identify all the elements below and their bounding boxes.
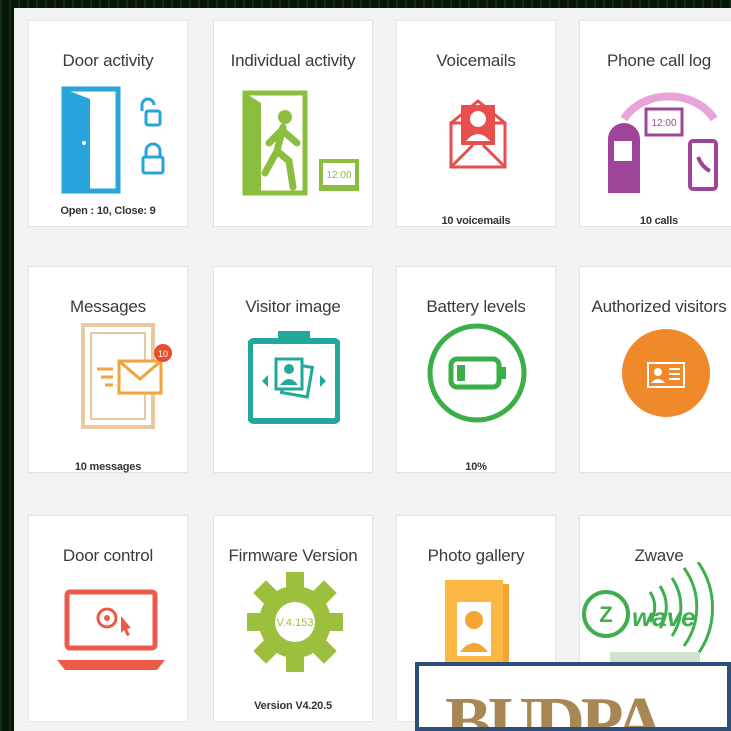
- card-authorized-visitors[interactable]: Authorized visitors: [579, 266, 731, 473]
- card-title: Door activity: [62, 51, 154, 70]
- card-door-control[interactable]: Door control: [28, 515, 188, 722]
- door-envelope-icon: 10: [81, 323, 172, 429]
- card-visitor-image[interactable]: Visitor image: [213, 266, 373, 473]
- card-title: Battery levels: [426, 297, 526, 316]
- intercom-phone-icon: 12:00: [608, 92, 718, 193]
- card-value: Open : 10, Close: 9: [60, 205, 156, 217]
- card-value: 10 voicemails: [441, 215, 511, 227]
- gear-version-text: V.4.153: [277, 617, 314, 629]
- dashboard-panel: Door activity Open : 10, Close: 9 Indivi…: [14, 8, 731, 731]
- card-individual-activity[interactable]: Individual activity 12:00: [213, 20, 373, 227]
- card-title: Messages: [70, 297, 146, 316]
- laptop-unlock-icon: [57, 589, 165, 670]
- card-title: Individual activity: [230, 51, 356, 70]
- person-exit-clock-icon: 12:00: [242, 90, 359, 196]
- card-value: 10 messages: [74, 461, 142, 473]
- card-phone-call-log[interactable]: Phone call log 12:00 10 calls: [579, 20, 731, 227]
- call-clock-text: 12:00: [651, 118, 676, 129]
- message-count-badge: 10: [158, 349, 168, 359]
- card-title: Photo gallery: [427, 546, 525, 565]
- card-value: 10%: [465, 461, 487, 473]
- card-value: Version V4.20.5: [254, 700, 332, 712]
- svg-text:Z: Z: [599, 602, 612, 627]
- card-value: 10 calls: [639, 215, 679, 227]
- card-title: Visitor image: [245, 297, 341, 316]
- card-voicemails[interactable]: Voicemails 10 voicemails: [396, 20, 556, 227]
- card-title: Phone call log: [607, 51, 711, 70]
- overlay-logo-badge: BUDPA: [415, 662, 731, 731]
- id-card-icon: [622, 329, 710, 417]
- card-title: Door control: [62, 546, 154, 565]
- card-title: Firmware Version: [228, 546, 358, 565]
- clock-text: 12:00: [326, 170, 351, 181]
- overlay-logo-text: BUDPA: [445, 684, 665, 731]
- card-battery-levels[interactable]: Battery levels 10%: [396, 266, 556, 473]
- card-title: Authorized visitors: [591, 297, 727, 316]
- card-door-activity[interactable]: Door activity Open : 10, Close: 9: [28, 20, 188, 227]
- card-title: Voicemails: [436, 51, 516, 70]
- door-lock-icon: [61, 86, 165, 194]
- battery-icon: [427, 323, 527, 423]
- zwave-logo-text: wave: [632, 602, 696, 632]
- gear-icon: V.4.153: [247, 572, 343, 672]
- camera-photos-icon: [248, 331, 340, 424]
- card-firmware-version[interactable]: Firmware Version V.4.153 Version V4.20.5: [213, 515, 373, 722]
- envelope-user-icon: [449, 99, 507, 169]
- card-messages[interactable]: Messages 10 10 messages: [28, 266, 188, 473]
